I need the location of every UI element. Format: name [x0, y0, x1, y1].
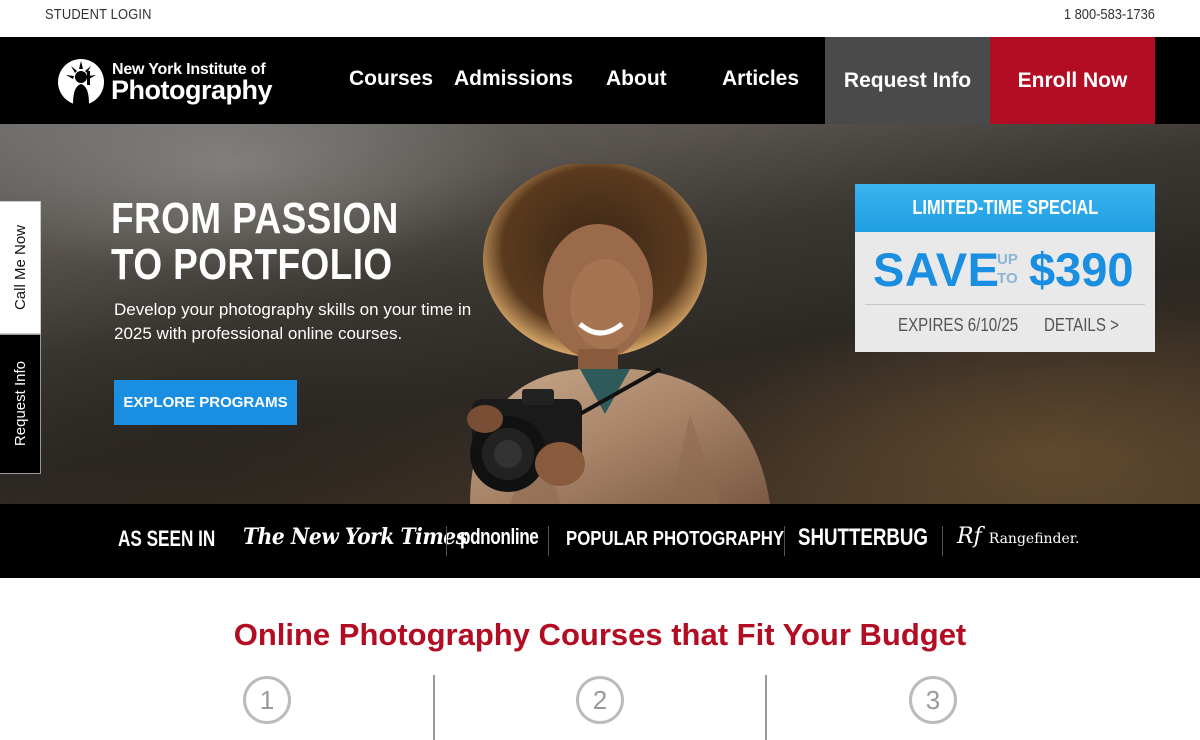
hero-headline-line-1: FROM PASSION: [111, 194, 399, 243]
utility-bar: STUDENT LOGIN 1 800-583-1736: [0, 0, 1200, 37]
nav-about[interactable]: About: [606, 67, 667, 91]
statue-of-liberty-icon: [58, 59, 104, 105]
courses-section-title: Online Photography Courses that Fit Your…: [233, 617, 967, 652]
nyt-logo: The New York Times: [243, 524, 467, 550]
rangefinder-mark: Rf: [957, 524, 982, 549]
press-divider: [942, 526, 943, 556]
call-me-now-label: Call Me Now: [11, 224, 29, 311]
nav-request-info-button[interactable]: Request Info: [825, 37, 990, 124]
step-3-badge: 3: [909, 676, 957, 724]
logo-line-2: Photography: [111, 75, 273, 105]
promo-label: LIMITED-TIME SPECIAL: [912, 196, 1098, 219]
hero-headline: FROM PASSION TO PORTFOLIO: [111, 196, 399, 288]
pdnonline-logo: pdnonline: [460, 524, 539, 549]
column-divider: [433, 675, 435, 740]
press-divider: [784, 526, 785, 556]
promo-save: SAVE: [873, 243, 1000, 296]
request-info-tab-label: Request Info: [11, 361, 29, 447]
student-login-link[interactable]: STUDENT LOGIN: [45, 6, 152, 23]
step-2-badge: 2: [576, 676, 624, 724]
hero-subtext: Develop your photography skills on your …: [114, 300, 472, 343]
as-seen-in-bar: AS SEEN IN The New York Times pdnonline …: [0, 504, 1200, 578]
nav-articles[interactable]: Articles: [722, 67, 799, 91]
promo-up: UP: [997, 251, 1018, 268]
promo-details-link[interactable]: DETAILS >: [1044, 315, 1119, 336]
promo-divider: [865, 304, 1145, 305]
nav-enroll-now-button[interactable]: Enroll Now: [990, 37, 1155, 124]
as-seen-in-label: AS SEEN IN: [118, 526, 216, 551]
promo-offer: SAVE UP TO $390: [873, 242, 1143, 302]
promo-header: LIMITED-TIME SPECIAL: [855, 184, 1155, 232]
promo-up-to: UP TO: [997, 250, 1018, 288]
step-1-badge: 1: [243, 676, 291, 724]
promo-to: TO: [997, 270, 1018, 287]
promo-expires: EXPIRES 6/10/25: [898, 315, 1019, 335]
explore-programs-button[interactable]: EXPLORE PROGRAMS: [114, 380, 297, 425]
promo-amount: $390: [1029, 243, 1134, 296]
call-me-now-tab[interactable]: Call Me Now: [0, 201, 41, 334]
promo-box[interactable]: LIMITED-TIME SPECIAL SAVE UP TO $390 EXP…: [855, 184, 1155, 352]
hero-headline-line-2: TO PORTFOLIO: [111, 240, 393, 289]
hero-banner: FROM PASSION TO PORTFOLIO Develop your p…: [0, 124, 1200, 504]
shutterbug-logo: SHUTTERBUG: [798, 524, 929, 551]
press-divider: [446, 526, 447, 556]
column-divider: [765, 675, 767, 740]
nav-courses[interactable]: Courses: [349, 67, 433, 91]
site-logo[interactable]: New York Institute of Photography: [57, 57, 297, 107]
nav-admissions[interactable]: Admissions: [454, 67, 573, 91]
phone-number[interactable]: 1 800-583-1736: [1064, 6, 1155, 23]
main-nav: New York Institute of Photography Course…: [0, 37, 1200, 124]
press-divider: [548, 526, 549, 556]
rangefinder-wordmark: Rangefinder.: [988, 531, 1080, 547]
request-info-tab[interactable]: Request Info: [0, 334, 41, 474]
popular-photography-logo: POPULAR PHOTOGRAPHY: [566, 528, 785, 550]
rangefinder-logo: Rf Rangefinder.: [957, 524, 1079, 549]
